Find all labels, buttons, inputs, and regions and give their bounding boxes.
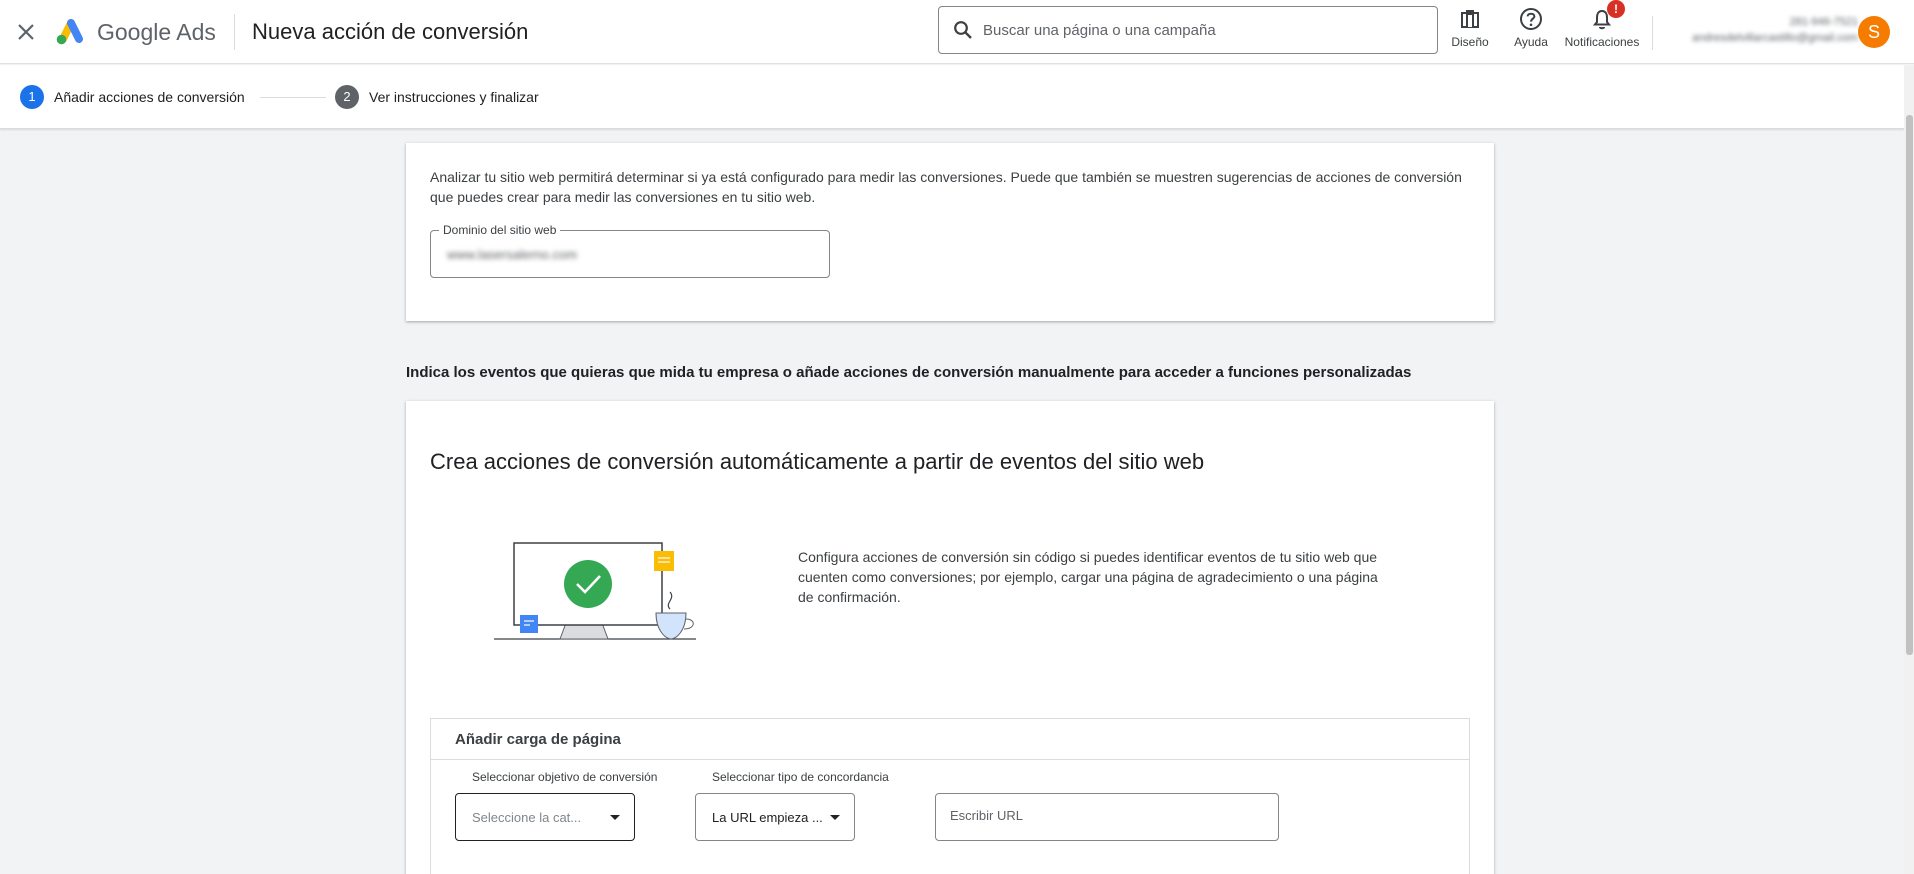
account-email: andresdelvillarcastillo@gmail.com xyxy=(1692,32,1858,44)
auto-conversion-card: Crea acciones de conversión automáticame… xyxy=(406,401,1494,874)
step-connector xyxy=(260,97,326,98)
page-load-title: Añadir carga de página xyxy=(455,731,621,748)
url-input[interactable] xyxy=(950,808,1260,823)
match-type-value: La URL empieza ... xyxy=(712,810,823,825)
top-app-bar: Google Ads Nueva acción de conversión Di… xyxy=(0,0,1914,64)
search-box[interactable] xyxy=(938,6,1438,54)
scrollbar-thumb[interactable] xyxy=(1906,115,1913,655)
help-icon xyxy=(1518,6,1544,32)
analyze-website-card: Analizar tu sitio web permitirá determin… xyxy=(406,143,1494,321)
tools-divider xyxy=(1652,16,1653,50)
auto-conversion-title: Crea acciones de conversión automáticame… xyxy=(430,449,1205,474)
events-section-heading: Indica los eventos que quieras que mida … xyxy=(406,364,1412,381)
chevron-down-icon xyxy=(610,815,620,820)
match-type-label: Seleccionar tipo de concordancia xyxy=(712,770,889,784)
close-icon xyxy=(18,24,34,40)
account-info[interactable]: 281-946-7521 andresdelvillarcastillo@gma… xyxy=(1660,14,1858,46)
notifications-button[interactable]: ! Notificaciones xyxy=(1564,0,1640,49)
step-1-number: 1 xyxy=(20,85,44,109)
domain-field[interactable]: Dominio del sitio web www.lasersalerno.c… xyxy=(430,223,830,278)
domain-value[interactable]: www.lasersalerno.com xyxy=(447,247,577,262)
account-id: 281-946-7521 xyxy=(1789,16,1858,28)
step-1-label: Añadir acciones de conversión xyxy=(54,89,245,105)
computer-illustration-icon xyxy=(494,542,696,640)
notification-badge: ! xyxy=(1607,0,1625,18)
analyze-description: Analizar tu sitio web permitirá determin… xyxy=(430,169,1462,205)
step-2-number: 2 xyxy=(335,85,359,109)
conversion-goal-select[interactable]: Seleccionar objetivo de conversión Selec… xyxy=(455,770,657,841)
search-icon xyxy=(954,21,972,39)
stepper: 1 Añadir acciones de conversión 2 Ver in… xyxy=(0,65,1904,129)
google-ads-logo-icon xyxy=(56,19,83,45)
notifications-label: Notificaciones xyxy=(1564,35,1640,49)
avatar[interactable]: S xyxy=(1858,16,1890,48)
design-label: Diseño xyxy=(1451,35,1489,49)
url-field[interactable] xyxy=(935,793,1279,841)
conversion-goal-label: Seleccionar objetivo de conversión xyxy=(472,770,658,784)
bell-icon: ! xyxy=(1589,0,1625,32)
step-2-label: Ver instrucciones y finalizar xyxy=(369,89,539,105)
chevron-down-icon xyxy=(830,815,840,820)
conversion-goal-value: Seleccione la cat... xyxy=(472,810,582,825)
auto-conversion-description: Configura acciones de conversión sin cód… xyxy=(798,549,1378,605)
layout-icon xyxy=(1457,6,1483,32)
search-input[interactable] xyxy=(983,21,1423,39)
match-type-select[interactable]: Seleccionar tipo de concordancia La URL … xyxy=(695,770,889,841)
title-divider xyxy=(234,14,235,50)
help-label: Ayuda xyxy=(1514,35,1548,49)
domain-label: Dominio del sitio web xyxy=(439,223,561,237)
help-button[interactable]: Ayuda xyxy=(1512,6,1550,49)
close-button[interactable] xyxy=(12,18,40,46)
page-load-header: Añadir carga de página xyxy=(431,719,1469,760)
page-title: Nueva acción de conversión xyxy=(252,19,529,44)
design-button[interactable]: Diseño xyxy=(1450,6,1490,49)
product-name: Google Ads xyxy=(97,19,216,45)
page-load-panel: Añadir carga de página Seleccionar objet… xyxy=(430,718,1470,874)
